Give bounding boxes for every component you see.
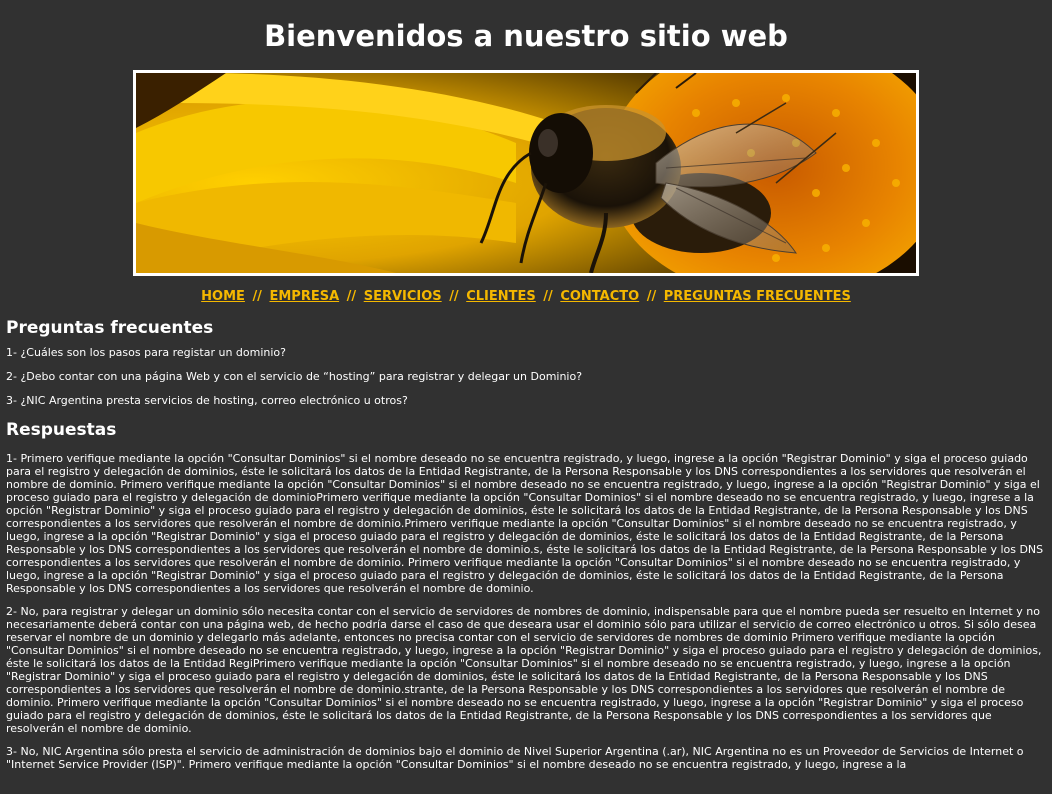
answer-paragraph: 1- Primero verifique mediante la opción … [6,452,1044,595]
nav-separator: // [449,289,459,304]
nav-servicios[interactable]: SERVICIOS [364,289,442,304]
answers-heading: Respuestas [6,420,117,440]
main-content: Preguntas frecuentes 1- ¿Cuáles son los … [6,316,1044,771]
faq-question: 3- ¿NIC Argentina presta servicios de ho… [6,394,408,407]
site-title: Bienvenidos a nuestro sitio web [264,19,788,53]
page: Bienvenidos a nuestro sitio web HOME // … [0,0,1052,794]
nav-home[interactable]: HOME [201,289,245,304]
faq-list: 1- ¿Cuáles son los pasos para registar u… [6,346,1044,408]
answer-paragraph: 3- No, NIC Argentina sólo presta el serv… [6,745,1024,771]
main-nav: HOME // EMPRESA // SERVICIOS // CLIENTES… [0,289,1052,305]
banner-image [133,70,919,276]
nav-preguntas-frecuentes[interactable]: PREGUNTAS FRECUENTES [664,289,851,304]
faq-question: 1- ¿Cuáles son los pasos para registar u… [6,346,286,359]
faq-question: 2- ¿Debo contar con una página Web y con… [6,370,583,383]
faq-heading: Preguntas frecuentes [6,318,214,338]
nav-separator: // [252,289,262,304]
answer-paragraph: 2- No, para registrar y delegar un domin… [6,605,1042,735]
nav-empresa[interactable]: EMPRESA [269,289,339,304]
nav-separator: // [646,289,657,304]
nav-clientes[interactable]: CLIENTES [466,289,536,304]
nav-separator: // [543,289,553,304]
nav-contacto[interactable]: CONTACTO [560,289,639,304]
nav-separator: // [346,289,357,304]
bee-on-flower-photo-icon [136,73,916,273]
